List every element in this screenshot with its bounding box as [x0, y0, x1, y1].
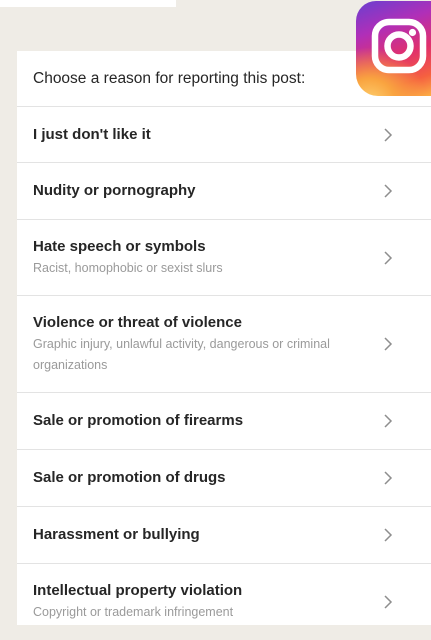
chevron-right-icon: [384, 184, 393, 198]
chevron-right-icon: [384, 127, 393, 142]
reason-title: Violence or threat of violence: [33, 313, 242, 331]
reason-title: Sale or promotion of drugs: [33, 469, 226, 486]
chevron-right-icon: [384, 528, 393, 542]
report-reasons-panel: Choose a reason for reporting this post:…: [17, 51, 431, 625]
reason-subtitle: Copyright or trademark infringement: [33, 605, 234, 619]
reason-title: Harassment or bullying: [33, 526, 200, 543]
instagram-logo-icon: [356, 1, 431, 96]
reason-row-harassment[interactable]: Harassment or bullying: [17, 507, 431, 564]
top-strip: [0, 0, 176, 7]
reason-title: Hate speech or symbols: [33, 237, 206, 255]
reason-title: Nudity or pornography: [33, 182, 196, 199]
chevron-right-icon: [384, 250, 393, 265]
chevron-right-icon: [384, 414, 393, 428]
reason-row-intellectual-property[interactable]: Intellectual property violation Copyrigh…: [17, 564, 431, 640]
reason-title: Intellectual property violation: [33, 582, 243, 599]
reason-row-hate-speech[interactable]: Hate speech or symbols Racist, homophobi…: [17, 220, 431, 296]
reason-row-dislike[interactable]: I just don't like it: [17, 107, 431, 163]
chevron-right-icon: [384, 595, 393, 609]
report-prompt: Choose a reason for reporting this post:: [33, 69, 306, 87]
reason-title: I just don't like it: [33, 125, 151, 143]
reason-title: Sale or promotion of firearms: [33, 412, 244, 429]
chevron-right-icon: [384, 471, 393, 485]
chevron-right-icon: [384, 337, 393, 351]
reason-row-firearms[interactable]: Sale or promotion of firearms: [17, 393, 431, 450]
reason-row-drugs[interactable]: Sale or promotion of drugs: [17, 450, 431, 507]
reason-subtitle: Racist, homophobic or sexist slurs: [33, 260, 223, 275]
reason-row-violence[interactable]: Violence or threat of violence Graphic i…: [17, 296, 431, 393]
reason-subtitle: Graphic injury, unlawful activity, dange…: [33, 336, 330, 372]
reason-row-nudity[interactable]: Nudity or pornography: [17, 163, 431, 220]
